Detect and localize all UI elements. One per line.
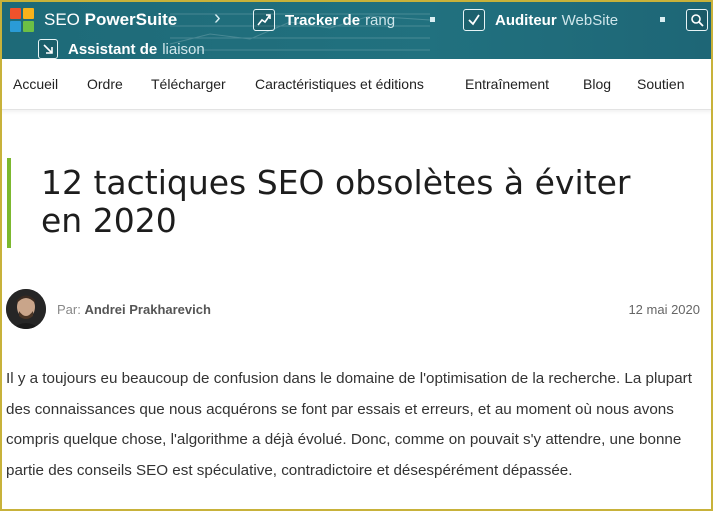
nav-caracteristiques[interactable]: Caractéristiques et éditions: [255, 76, 424, 92]
nav-telecharger[interactable]: Télécharger: [151, 76, 226, 92]
seo-powersuite-logo[interactable]: [10, 8, 34, 32]
separator-dot: [430, 17, 435, 22]
search-icon: [686, 9, 708, 31]
article-paragraph: Il y a toujours eu beaucoup de confusion…: [6, 370, 692, 479]
brand-name[interactable]: SEO PowerSuite: [44, 9, 177, 31]
author-avatar[interactable]: [6, 289, 46, 329]
title-accent-bar: [7, 158, 11, 248]
nav-accueil[interactable]: Accueil: [13, 76, 58, 92]
nav-ordre[interactable]: Ordre: [87, 76, 123, 92]
chevron-right-icon: ›: [214, 7, 221, 29]
byline: Par: Andrei Prakharevich: [57, 302, 211, 317]
nav-link-assistant-bold: Assistant de: [68, 40, 158, 58]
nav-entrainement[interactable]: Entraînement: [465, 76, 549, 92]
separator-dot: [660, 17, 665, 22]
nav-rank-tracker-bold: Tracker de: [285, 11, 361, 29]
nav-website-auditor-light: WebSite: [561, 11, 619, 29]
nav-rank-tracker[interactable]: Tracker de rang: [253, 8, 395, 32]
nav-soutien[interactable]: Soutien: [637, 76, 684, 92]
nav-search[interactable]: [686, 8, 708, 32]
nav-link-assistant-light: liaison: [162, 40, 205, 58]
rank-tracker-icon: [253, 9, 275, 31]
nav-rank-tracker-light: rang: [365, 11, 396, 29]
main-nav: Accueil Ordre Télécharger Caractéristiqu…: [0, 59, 713, 110]
link-assistant-icon: [38, 39, 58, 59]
nav-website-auditor-bold: Auditeur: [495, 11, 557, 29]
author-name[interactable]: Andrei Prakharevich: [84, 302, 210, 317]
nav-website-auditor[interactable]: Auditeur WebSite: [463, 8, 618, 32]
publish-date: 12 mai 2020: [628, 302, 700, 317]
byline-prefix: Par:: [57, 302, 81, 317]
article-title: 12 tactiques SEO obsolètes à éviter en 2…: [41, 163, 631, 240]
nav-blog[interactable]: Blog: [583, 76, 611, 92]
top-header: SEO PowerSuite › Tracker de rang Auditeu…: [0, 0, 713, 59]
website-auditor-icon: [463, 9, 485, 31]
nav-link-assistant[interactable]: Assistant de liaison: [38, 38, 205, 60]
